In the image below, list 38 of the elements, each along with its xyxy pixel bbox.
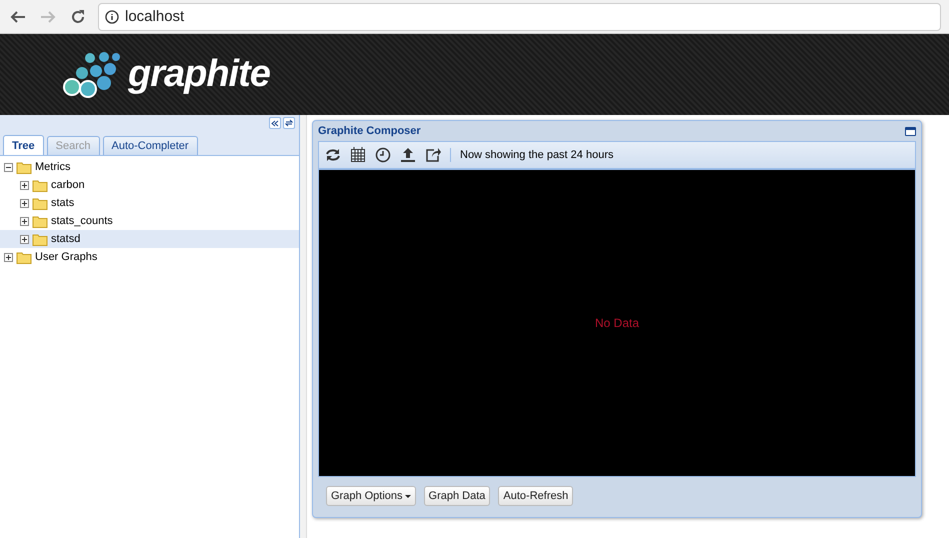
maximize-button[interactable] <box>905 126 916 136</box>
toolbar-button[interactable]: Auto-Refresh <box>498 486 574 506</box>
tree-node[interactable]: Metrics <box>0 158 299 176</box>
tab[interactable]: Auto-Completer <box>102 136 198 155</box>
info-icon <box>105 10 119 24</box>
folder-icon <box>16 160 32 174</box>
folder-icon <box>32 196 48 210</box>
toolbar-button[interactable]: Graph Data <box>424 486 490 506</box>
share-icon[interactable] <box>425 147 441 163</box>
expand-toggle-icon[interactable] <box>20 198 29 208</box>
expand-toggle-icon[interactable] <box>4 252 13 262</box>
upload-icon[interactable] <box>400 147 416 163</box>
collapse-panel-button[interactable] <box>269 117 281 129</box>
tree-node[interactable]: User Graphs <box>0 248 299 266</box>
tree-node[interactable]: stats <box>0 194 299 212</box>
refresh-icon[interactable] <box>325 148 341 162</box>
window-title: Graphite Composer <box>318 125 421 137</box>
clock-icon[interactable] <box>375 147 391 163</box>
menu-button[interactable]: Graph Options <box>326 486 416 506</box>
folder-icon <box>32 214 48 228</box>
tab[interactable]: Tree <box>3 135 44 155</box>
folder-icon <box>16 250 32 264</box>
tree-node[interactable]: statsd <box>0 230 299 248</box>
time-range-text: Now showing the past 24 hours <box>460 149 614 161</box>
caret-icon <box>404 494 411 498</box>
folder-icon <box>32 232 48 246</box>
folder-icon <box>32 178 48 192</box>
collapse-toggle-icon[interactable] <box>4 162 13 172</box>
no-data-message: No Data <box>594 316 640 330</box>
logo-text: graphite <box>128 53 270 96</box>
expand-toggle-icon[interactable] <box>20 216 29 226</box>
calendar-icon[interactable] <box>350 147 366 163</box>
expand-toggle-icon[interactable] <box>20 234 29 244</box>
address-bar[interactable]: localhost <box>98 2 941 30</box>
tree-node[interactable]: carbon <box>0 176 299 194</box>
tree-node[interactable]: stats_counts <box>0 212 299 230</box>
refresh-button[interactable] <box>283 117 295 129</box>
expand-toggle-icon[interactable] <box>20 180 29 190</box>
